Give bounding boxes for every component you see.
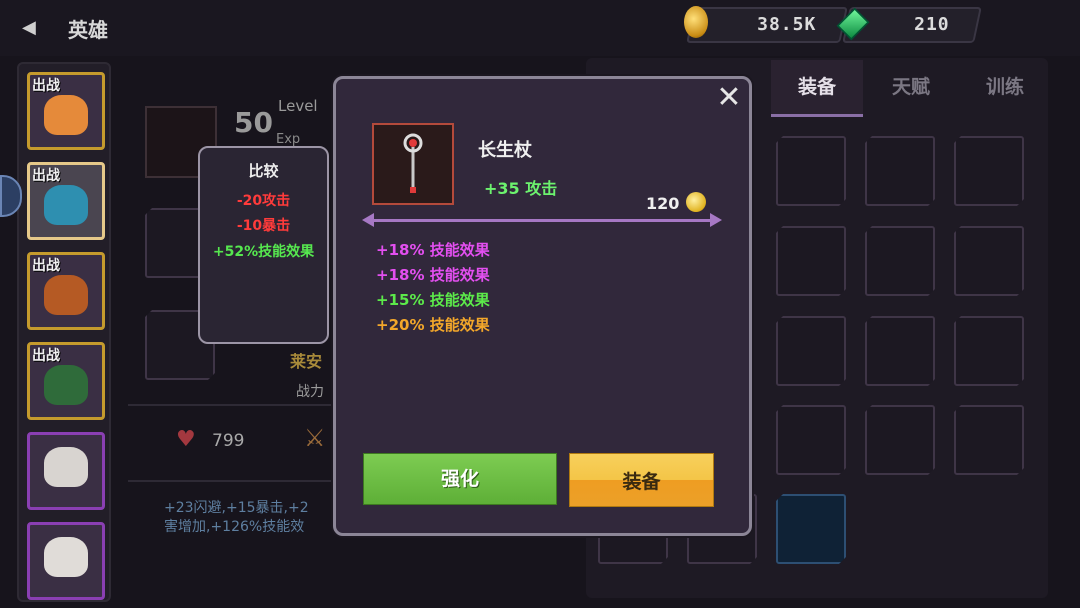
deployed-tag: 出战: [32, 348, 60, 364]
gold-amount: 38.5K: [756, 14, 817, 35]
compare-stat: -20攻击: [236, 193, 291, 209]
item-icon-frame: [372, 123, 454, 205]
inventory-item-ring[interactable]: [776, 226, 846, 296]
item-price: 120: [646, 194, 680, 213]
stat-summary-line: +23闪避,+15暴击,+2: [164, 500, 309, 516]
inventory-item-gloves[interactable]: [865, 405, 935, 475]
hero-level: 50: [234, 106, 273, 139]
sword-icon: ⚔: [304, 424, 326, 452]
tab-talent[interactable]: 天赋: [865, 60, 957, 114]
deployed-tag: 出战: [32, 258, 60, 274]
compare-stat: -10暴击: [236, 218, 291, 234]
compare-panel: 比较 -20攻击 -10暴击 +52%技能效果: [198, 146, 329, 344]
hero-name: 莱安: [290, 352, 323, 371]
gold-coin-icon: [684, 6, 708, 38]
hero-slot[interactable]: [27, 432, 105, 510]
item-bonus: +15% 技能效果: [376, 291, 490, 309]
hero-slot[interactable]: 出战: [27, 342, 105, 420]
compare-title: 比较: [248, 162, 279, 180]
deployed-tag: 出战: [32, 78, 60, 94]
hero-list: 出战 出战 出战 出战: [17, 62, 111, 602]
level-label: Level: [278, 97, 318, 115]
hero-portrait: [44, 447, 88, 487]
inventory-item-boots[interactable]: [954, 405, 1024, 475]
hero-portrait: [44, 95, 88, 135]
item-bonus: +18% 技能效果: [376, 241, 490, 259]
deployed-tag: 出战: [32, 168, 60, 184]
item-detail-dialog: ✕ 长生杖 +35 攻击 120 +18% 技能效果 +18% 技能效果 +15…: [333, 76, 752, 536]
inventory-item-amulet[interactable]: [776, 316, 846, 386]
divider: [128, 404, 334, 406]
tab-equipment[interactable]: 装备: [771, 60, 863, 117]
inventory-item-ring[interactable]: [954, 226, 1024, 296]
hero-portrait: [44, 537, 88, 577]
divider: [128, 480, 334, 482]
gold-counter: 38.5K: [686, 7, 848, 43]
hero-portrait: [44, 365, 88, 405]
inventory-item-amulet[interactable]: [865, 316, 935, 386]
item-bonus: +20% 技能效果: [376, 316, 490, 334]
item-bonus: +18% 技能效果: [376, 266, 490, 284]
inventory-item-ring[interactable]: [865, 226, 935, 296]
compare-stat: +52%技能效果: [212, 244, 315, 260]
gem-amount: 210: [914, 14, 951, 35]
heart-icon: ♥: [176, 427, 196, 452]
close-icon[interactable]: ✕: [714, 83, 744, 113]
inventory-item-ring[interactable]: [954, 136, 1024, 206]
power-label: 战力: [296, 384, 324, 400]
inventory-item-gloves[interactable]: [776, 494, 846, 564]
page-title: 英雄: [68, 18, 108, 42]
hero-portrait: [44, 275, 88, 315]
hero-portrait: [44, 185, 88, 225]
stat-summary-line: 害增加,+126%技能效: [164, 519, 305, 535]
hero-slot[interactable]: 出战: [27, 252, 105, 330]
inventory-item-gloves[interactable]: [776, 405, 846, 475]
inventory-item-gloves[interactable]: [954, 316, 1024, 386]
hero-slot[interactable]: 出战: [27, 162, 105, 240]
inventory-item-necklace[interactable]: [776, 136, 846, 206]
divider: [368, 219, 716, 222]
back-arrow-icon[interactable]: ◀: [22, 16, 42, 40]
equip-button[interactable]: 装备: [569, 453, 714, 507]
tab-training[interactable]: 训练: [959, 60, 1051, 114]
item-attack-stat: +35 攻击: [484, 179, 558, 198]
item-name: 长生杖: [478, 140, 532, 161]
hp-value: 799: [212, 431, 245, 451]
hero-slot[interactable]: 出战: [27, 72, 105, 150]
hero-slot[interactable]: [27, 522, 105, 600]
staff-icon: [403, 133, 423, 193]
enhance-button[interactable]: 强化: [363, 453, 557, 505]
gold-coin-icon: [686, 192, 706, 212]
inventory-item-ring[interactable]: [865, 136, 935, 206]
divider-arrow-right: [710, 213, 722, 227]
exp-label: Exp: [276, 132, 301, 147]
